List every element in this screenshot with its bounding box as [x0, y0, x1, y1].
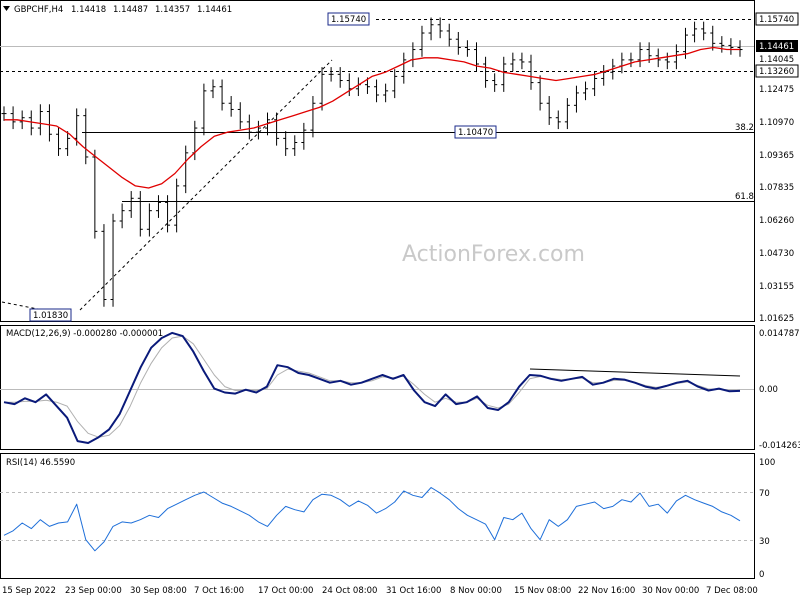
x-tick-7-oct: 7 Oct 16:00: [194, 586, 244, 596]
y-tick-1-10970: 1.10970: [759, 118, 794, 128]
price-high-value: 1.14487: [113, 5, 148, 15]
x-tick-24-oct: 24 Oct 08:00: [322, 586, 377, 596]
macd-y-tick-zero: 0.00: [759, 385, 778, 395]
fib-38-2-label: 38.2: [735, 123, 754, 133]
annotation-mid-label: 1.10470: [458, 128, 493, 138]
macd-line: [3, 331, 741, 444]
rsi-y-tick-0: 0: [759, 570, 764, 580]
rsi-y-tick-70: 70: [759, 489, 770, 499]
price-open-value: 1.14418: [71, 5, 106, 15]
macd-y-tick-top: 0.014787: [759, 329, 800, 339]
rsi-y-tick-100: 100: [759, 458, 775, 468]
y-tick-1-14045: 1.14045: [759, 55, 794, 65]
price-series-group: [1, 17, 743, 307]
moving-average-line: [4, 46, 740, 189]
x-tick-30-nov: 30 Nov 00:00: [642, 586, 699, 596]
y-tick-1-07835: 1.07835: [759, 183, 794, 193]
price-low-value: 1.14357: [155, 5, 190, 15]
y-tick-1-09365: 1.09365: [759, 151, 794, 161]
current-price-label: 1.14461: [759, 42, 794, 52]
trendline-dashed: [79, 59, 333, 311]
annotation-high-label: 1.15740: [331, 15, 366, 25]
price-panel-title: GBPCHF,H4: [14, 5, 63, 15]
macd-panel-title: MACD(12,26,9) -0.000280 -0.000001: [6, 329, 163, 339]
y-tick-1-03155: 1.03155: [759, 282, 794, 292]
rsi-y-tick-30: 30: [759, 537, 770, 547]
macd-series-group: [3, 331, 741, 444]
symbol-dropdown-icon[interactable]: [3, 6, 10, 11]
rsi-panel-frame: [0, 453, 755, 579]
chart-svg: GBPCHF,H4 1.14418 1.14487 1.14357 1.1446…: [0, 0, 800, 596]
y-tick-1-15740: 1.15740: [759, 15, 794, 25]
rsi-panel-title: RSI(14) 46.5590: [6, 458, 75, 468]
y-tick-1-01625: 1.01625: [759, 314, 794, 324]
macd-y-tick-bottom: -0.014263: [759, 441, 800, 451]
macd-trendline: [529, 368, 741, 377]
y-tick-1-12475: 1.12475: [759, 85, 794, 95]
x-tick-15-sep: 15 Sep 2022: [2, 586, 56, 596]
price-panel-frame: [0, 0, 755, 322]
x-tick-22-nov: 22 Nov 16:00: [578, 586, 635, 596]
x-tick-30-sep: 30 Sep 08:00: [130, 586, 187, 596]
x-tick-17-oct: 17 Oct 00:00: [258, 586, 313, 596]
x-tick-31-oct: 31 Oct 16:00: [386, 586, 441, 596]
x-tick-15-nov: 15 Nov 08:00: [514, 586, 571, 596]
y-tick-1-06260: 1.06260: [759, 216, 794, 226]
watermark: ActionForex.com: [402, 242, 585, 267]
x-tick-8-nov: 8 Nov 00:00: [450, 586, 502, 596]
rsi-series-group: [3, 487, 741, 552]
y-tick-1-13260: 1.13260: [759, 67, 794, 77]
annotation-low-label: 1.01830: [33, 311, 68, 321]
price-close-value: 1.14461: [197, 5, 232, 15]
x-tick-7-dec: 7 Dec 08:00: [706, 586, 758, 596]
rsi-line: [3, 487, 741, 552]
x-tick-23-sep: 23 Sep 00:00: [65, 586, 122, 596]
fib-61-8-label: 61.8: [735, 192, 754, 202]
y-tick-1-04730: 1.04730: [759, 249, 794, 259]
